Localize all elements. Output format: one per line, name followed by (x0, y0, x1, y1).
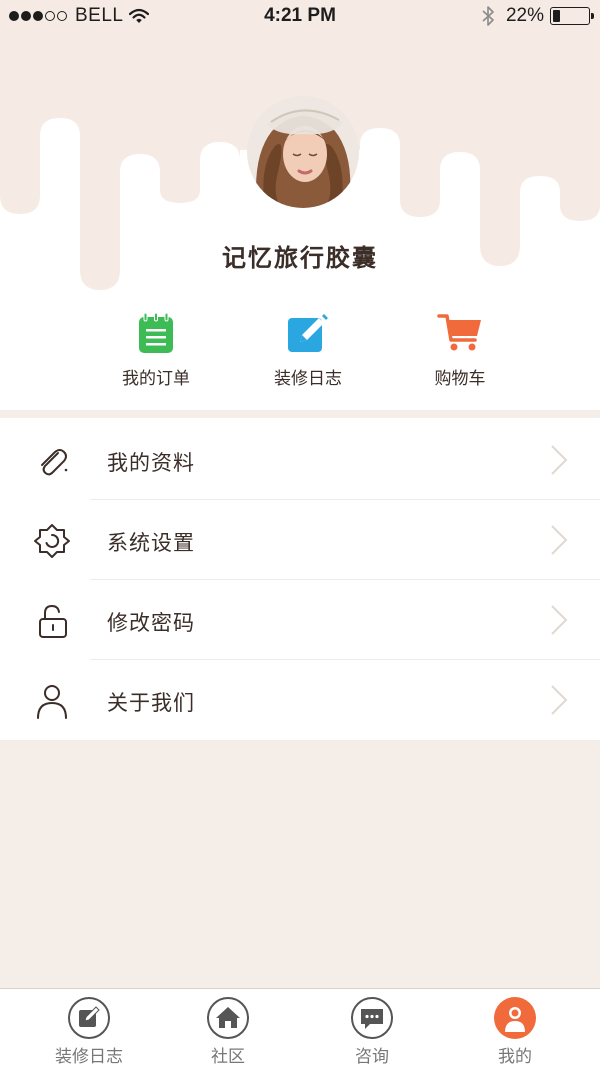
bluetooth-icon (482, 6, 494, 26)
chevron-right-icon (551, 525, 568, 555)
chevron-right-icon (551, 605, 568, 635)
tab-bar: 装修日志 社区 咨询 我的 (0, 988, 600, 1067)
menu-item-label: 我的资料 (107, 451, 195, 475)
notepad-icon (139, 312, 173, 353)
status-bar: BELL 4:21 PM 22% (0, 0, 600, 32)
menu-item-system-settings[interactable]: 系统设置 (0, 500, 600, 580)
shortcut-cart[interactable]: 购物车 (390, 312, 530, 389)
shortcut-my-orders[interactable]: 我的订单 (86, 312, 226, 389)
battery-icon (550, 7, 594, 25)
tab-community[interactable]: 社区 (153, 989, 303, 1067)
gear-icon (34, 524, 70, 558)
edit-icon (68, 997, 110, 1039)
menu-item-label: 系统设置 (107, 531, 195, 555)
battery-percent: 22% (505, 5, 544, 26)
menu-item-my-profile[interactable]: 我的资料 (0, 420, 600, 500)
home-icon (207, 997, 249, 1039)
tab-label: 装修日志 (55, 1047, 123, 1067)
chevron-right-icon (551, 445, 568, 475)
user-icon (494, 997, 536, 1039)
tab-label: 咨询 (355, 1047, 389, 1067)
cart-icon (437, 314, 481, 351)
edit-icon (288, 312, 330, 352)
tab-consult[interactable]: 咨询 (297, 989, 447, 1067)
user-icon (37, 685, 67, 719)
menu-item-about-us[interactable]: 关于我们 (0, 660, 600, 740)
chat-icon (351, 997, 393, 1039)
paperclip-icon (41, 449, 68, 476)
avatar[interactable] (247, 96, 359, 208)
tab-decoration-log[interactable]: 装修日志 (14, 989, 164, 1067)
shortcut-decoration-log[interactable]: 装修日志 (238, 312, 378, 389)
shortcut-row: 我的订单 装修日志 购物车 (0, 312, 600, 402)
shortcut-label: 购物车 (434, 369, 486, 389)
menu-item-label: 关于我们 (107, 691, 195, 715)
tab-mine[interactable]: 我的 (440, 989, 590, 1067)
menu-item-change-password[interactable]: 修改密码 (0, 580, 600, 660)
username: 记忆旅行胶囊 (222, 244, 378, 272)
shortcut-label: 装修日志 (274, 369, 342, 389)
tab-label: 我的 (498, 1047, 532, 1067)
menu-item-label: 修改密码 (107, 611, 195, 635)
avatar-photo (247, 96, 359, 208)
chevron-right-icon (551, 685, 568, 715)
shortcut-label: 我的订单 (122, 369, 190, 389)
tab-label: 社区 (211, 1047, 245, 1067)
profile-header: 记忆旅行胶囊 我的订单 装修日志 购物车 (0, 0, 600, 410)
lock-icon (39, 604, 67, 638)
settings-menu: 我的资料 系统设置 修改密码 关于我们 (0, 418, 600, 740)
